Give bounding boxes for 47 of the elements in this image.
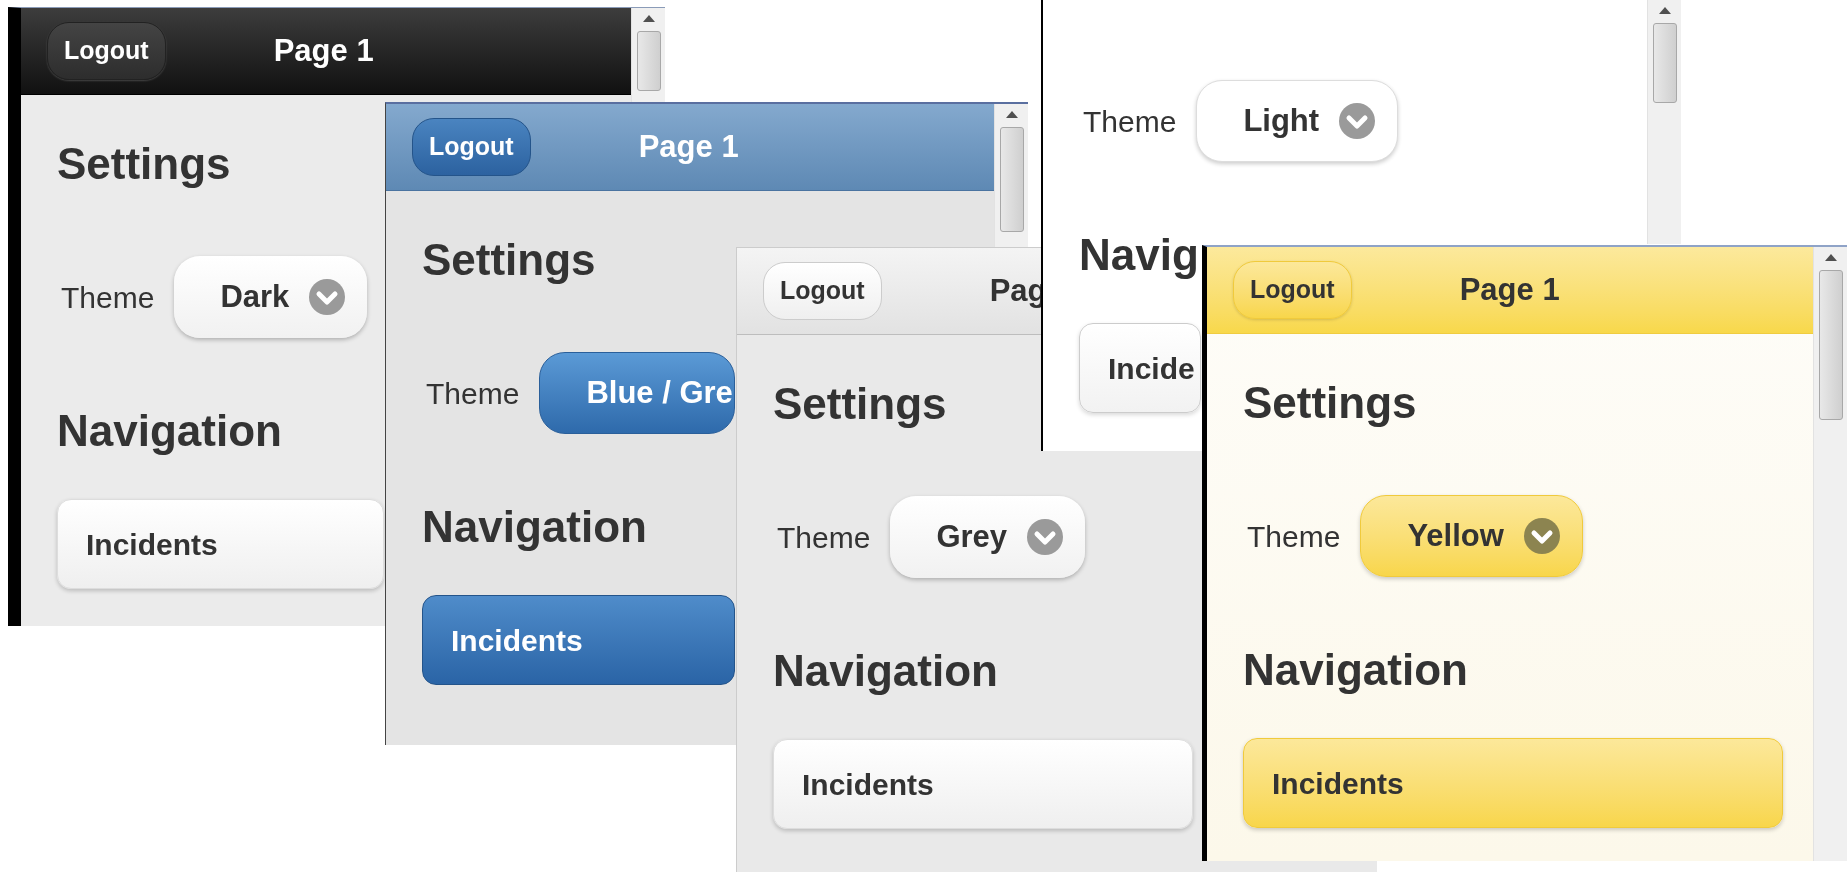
scrollbar[interactable] <box>994 104 1028 247</box>
chevron-down-icon <box>1339 103 1376 139</box>
chevron-down-icon <box>1523 518 1560 554</box>
incidents-list-item[interactable]: Incidents <box>57 499 384 589</box>
scrollbar[interactable] <box>631 8 665 102</box>
section-heading: Navig <box>1079 230 1199 280</box>
scrollbar-thumb[interactable] <box>636 31 661 91</box>
incidents-list-item[interactable]: Incidents <box>773 739 1193 829</box>
up-arrow-icon[interactable] <box>1823 253 1838 262</box>
theme-label: Theme <box>60 279 155 316</box>
up-arrow-icon[interactable] <box>641 14 656 23</box>
section-heading: Settings <box>1243 378 1417 428</box>
logout-button[interactable]: Logout <box>1233 261 1352 319</box>
theme-dropdown[interactable]: Dark <box>174 256 368 338</box>
section-heading: Settings <box>57 139 231 189</box>
scrollbar-thumb[interactable] <box>999 127 1024 232</box>
theme-label: Theme <box>776 519 871 556</box>
theme-label: Theme <box>1082 103 1177 140</box>
section-heading: Navigation <box>773 646 998 696</box>
theme-dropdown[interactable]: Light <box>1196 80 1399 162</box>
theme-dropdown[interactable]: Yellow <box>1360 495 1583 577</box>
section-heading: Navigation <box>422 502 647 552</box>
incidents-list-item[interactable]: Incidents <box>1243 738 1783 828</box>
logout-button[interactable]: Logout <box>763 262 882 320</box>
incidents-list-item[interactable]: Incidents <box>422 595 735 685</box>
theme-label: Theme <box>1246 518 1341 555</box>
chevron-down-icon <box>309 279 346 315</box>
page-title: Page 1 <box>638 127 739 166</box>
theme-dropdown[interactable]: Grey <box>890 496 1086 578</box>
page-title: Page 1 <box>1459 270 1560 309</box>
logout-button[interactable]: Logout <box>412 118 531 176</box>
scrollbar[interactable] <box>1813 247 1847 861</box>
scrollbar[interactable] <box>1647 0 1681 244</box>
scrollbar-thumb[interactable] <box>1818 270 1843 420</box>
up-arrow-icon[interactable] <box>1004 110 1019 119</box>
logout-button[interactable]: Logout <box>47 22 166 80</box>
page-title: Page 1 <box>273 31 374 70</box>
chevron-down-icon <box>1027 519 1064 555</box>
theme-label: Theme <box>425 375 520 412</box>
incidents-list-item[interactable]: Incide <box>1079 323 1201 413</box>
scrollbar-thumb[interactable] <box>1652 23 1677 103</box>
up-arrow-icon[interactable] <box>1657 6 1672 15</box>
section-heading: Navigation <box>1243 645 1468 695</box>
theme-dropdown[interactable]: Blue / Gre <box>539 352 736 434</box>
section-heading: Navigation <box>57 406 282 456</box>
section-heading: Settings <box>773 379 947 429</box>
section-heading: Settings <box>422 235 596 285</box>
